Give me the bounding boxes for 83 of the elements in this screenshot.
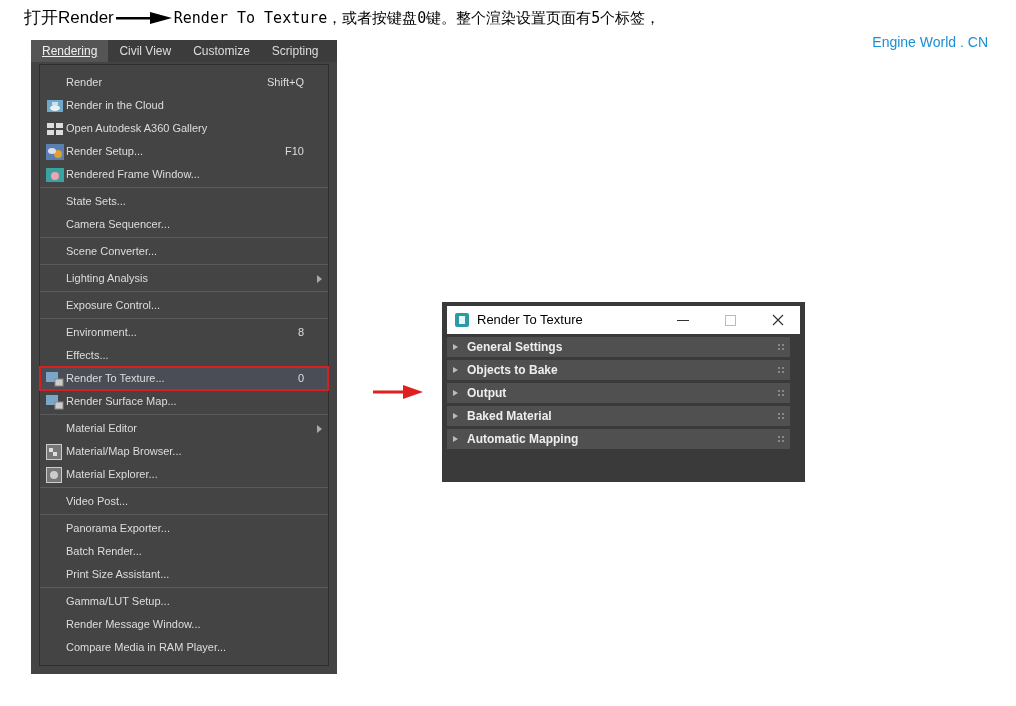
menu-item[interactable]: Render To Texture... 0 — [40, 367, 328, 390]
menu-item-label: Material Explorer... — [66, 467, 159, 483]
menu-item[interactable]: Render Message Window... — [40, 613, 328, 636]
rollout-header[interactable]: Objects to Bake — [447, 360, 790, 380]
menu-item-label: Environment... — [66, 325, 138, 341]
instruction-text: 打开Render — [24, 7, 114, 30]
grip-icon[interactable] — [778, 367, 784, 373]
texture-icon — [46, 370, 64, 387]
grip-icon[interactable] — [778, 344, 784, 350]
menu-item[interactable]: Render in the Cloud — [40, 94, 328, 117]
menu-item[interactable]: State Sets... — [40, 190, 328, 213]
menu-item-label: Panorama Exporter... — [66, 521, 171, 537]
menu-item-label: Print Size Assistant... — [66, 567, 171, 583]
menu-item-label: Render To Texture... — [66, 371, 166, 387]
window-title: Render To Texture — [477, 311, 584, 330]
menu-item-label: Gamma/LUT Setup... — [66, 594, 171, 610]
menu-item[interactable]: Render Surface Map... — [40, 390, 328, 413]
menu-item[interactable]: Exposure Control... — [40, 294, 328, 317]
checker-window-icon — [46, 443, 62, 460]
menu-bar-item[interactable]: Scripting — [260, 40, 330, 62]
menu-item[interactable]: Scene Converter... — [40, 240, 328, 263]
menu-item[interactable]: Panorama Exporter... — [40, 517, 328, 540]
menu-item[interactable]: Material Editor — [40, 417, 328, 440]
menu-item-label: State Sets... — [66, 194, 127, 210]
menu-item[interactable]: Lighting Analysis — [40, 267, 328, 290]
menu-item[interactable]: Batch Render... — [40, 540, 328, 563]
instruction-text: Render To Texture，或者按键盘0键。整个渲染设置页面有5个标签， — [173, 7, 661, 29]
menu-bar-item[interactable]: Rendering — [31, 40, 109, 62]
rollout-header[interactable]: General Settings — [447, 337, 790, 357]
grip-icon[interactable] — [778, 413, 784, 419]
close-icon[interactable] — [772, 314, 784, 326]
menu-item[interactable]: Video Post... — [40, 490, 328, 513]
menu-item[interactable]: Camera Sequencer... — [40, 213, 328, 236]
arrow-icon — [373, 385, 423, 399]
sphere-window-icon — [46, 466, 62, 483]
menu-item-label: Open Autodesk A360 Gallery — [66, 121, 209, 137]
menu-item-label: Material/Map Browser... — [66, 444, 183, 460]
menu-item[interactable]: Gamma/LUT Setup... — [40, 590, 328, 613]
texture-icon — [46, 393, 64, 410]
menu-item-label: Scene Converter... — [66, 244, 159, 260]
shortcut-text: 0 — [297, 371, 304, 387]
menu-item-label: Render Surface Map... — [66, 394, 178, 410]
rollout-header[interactable]: Baked Material — [447, 406, 790, 426]
shortcut-text: 8 — [297, 325, 304, 341]
app-logo-icon — [455, 313, 469, 327]
submenu-arrow-icon — [317, 425, 322, 433]
menu-item-label: Render Setup... — [66, 144, 145, 160]
menu-item[interactable]: Effects... — [40, 344, 328, 367]
rollout-header[interactable]: Output — [447, 383, 790, 403]
menu-item-label: Lighting Analysis — [66, 271, 149, 287]
menu-item-label: Batch Render... — [66, 544, 143, 560]
menu-item-label: Effects... — [66, 348, 110, 364]
menu-bar-item[interactable]: Customize — [182, 40, 261, 62]
menu-item[interactable]: Print Size Assistant... — [40, 563, 328, 586]
menu-item[interactable]: Material Explorer... — [40, 463, 328, 486]
maximize-icon[interactable] — [725, 314, 736, 326]
menu-item-label: Compare Media in RAM Player... — [66, 640, 228, 656]
arrow-icon — [115, 12, 172, 24]
menu-item-label: Exposure Control... — [66, 298, 162, 314]
site-label: Engine World . CN — [872, 33, 988, 50]
menu-item-label: Rendered Frame Window... — [66, 167, 201, 183]
shortcut-text: F10 — [285, 144, 304, 160]
grip-icon[interactable] — [778, 436, 784, 442]
menu-item-label: Material Editor — [66, 421, 138, 437]
frame-window-icon — [46, 166, 64, 183]
menu-item[interactable]: Render Setup... F10 — [40, 140, 328, 163]
menu-item[interactable]: Render Shift+Q — [40, 71, 328, 94]
menu-item[interactable]: Material/Map Browser... — [40, 440, 328, 463]
menu-bar-item[interactable]: Civil View — [108, 40, 183, 62]
menu-item-label: Render Message Window... — [66, 617, 202, 633]
grip-icon[interactable] — [778, 390, 784, 396]
menu-item[interactable]: Compare Media in RAM Player... — [40, 636, 328, 659]
menu-item-label: Render — [66, 75, 104, 91]
menu-item[interactable]: Environment... 8 — [40, 321, 328, 344]
grid-icon — [46, 120, 64, 137]
menu-item-label: Video Post... — [66, 494, 130, 510]
submenu-arrow-icon — [317, 275, 322, 283]
menu-item[interactable]: Open Autodesk A360 Gallery — [40, 117, 328, 140]
menu-item-label: Render in the Cloud — [66, 98, 165, 114]
menu-item-label: Camera Sequencer... — [66, 217, 171, 233]
menu-item[interactable]: Rendered Frame Window... — [40, 163, 328, 186]
rollout-header[interactable]: Automatic Mapping — [447, 429, 790, 449]
shortcut-text: Shift+Q — [267, 75, 304, 91]
